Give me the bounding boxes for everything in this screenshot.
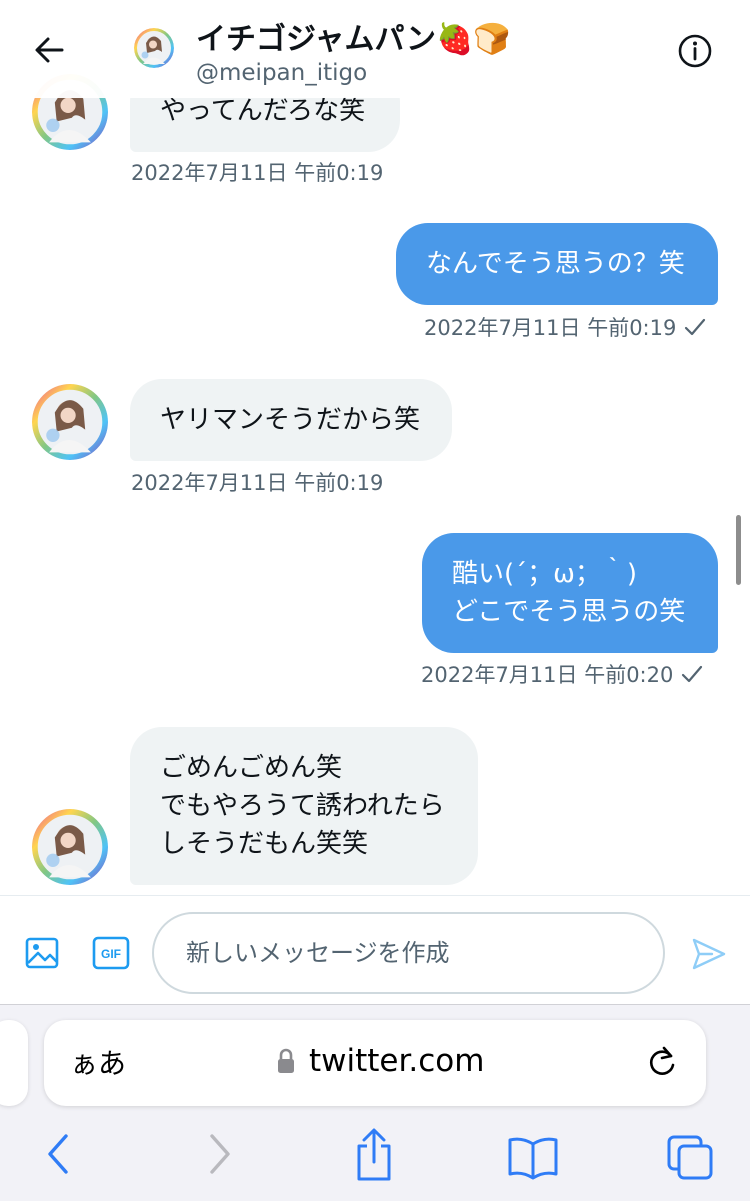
- message-timestamp: 2022年7月11日 午前0:19: [424, 312, 706, 342]
- sender-avatar[interactable]: [32, 809, 108, 885]
- incoming-message-bubble: ヤリマンそうだから笑: [130, 379, 452, 461]
- send-button[interactable]: [690, 935, 728, 973]
- tabs-button[interactable]: [664, 1132, 716, 1186]
- scroll-indicator[interactable]: [736, 515, 741, 585]
- back-button[interactable]: [28, 28, 72, 72]
- message-timestamp: 2022年7月11日 午前0:19: [131, 161, 384, 185]
- url-text[interactable]: twitter.com: [309, 1043, 484, 1079]
- reload-button[interactable]: [644, 1044, 680, 1080]
- outgoing-message-bubble: なんでそう思うの？笑: [396, 223, 718, 305]
- conversation-view: やってんだろな笑 2022年7月11日 午前0:19 なんでそう思うの？笑 20…: [0, 0, 750, 895]
- chevron-right-icon: [210, 1134, 230, 1174]
- reader-options-button[interactable]: ぁあ: [70, 1042, 126, 1082]
- share-button[interactable]: [350, 1126, 398, 1188]
- incoming-message-bubble: ごめんごめん笑 でもやろうて誘われたら しそうだもん笑笑: [130, 727, 478, 885]
- add-media-button[interactable]: [24, 934, 62, 972]
- svg-text:GIF: GIF: [101, 947, 121, 961]
- message-compose-input[interactable]: [152, 912, 665, 994]
- message-timestamp: 2022年7月11日 午前0:19: [131, 471, 384, 495]
- send-icon: [692, 938, 726, 970]
- previous-tab-peek[interactable]: [0, 1020, 28, 1106]
- image-icon: [25, 937, 59, 969]
- share-icon: [357, 1128, 391, 1181]
- read-check-icon: [681, 664, 703, 689]
- gif-icon: GIF: [92, 936, 130, 970]
- conversation-display-name: イチゴジャムパン🍓🍞: [196, 22, 511, 57]
- browser-back-button[interactable]: [40, 1130, 76, 1182]
- header-avatar[interactable]: [134, 28, 174, 68]
- conversation-handle: @meipan_itigo: [196, 60, 368, 86]
- chevron-left-icon: [48, 1134, 68, 1174]
- lock-icon: [277, 1046, 295, 1076]
- browser-forward-button[interactable]: [202, 1130, 238, 1182]
- message-timestamp: 2022年7月11日 午前0:20: [421, 659, 703, 689]
- bookmarks-button[interactable]: [506, 1134, 560, 1184]
- read-check-icon: [684, 317, 706, 342]
- sender-avatar[interactable]: [32, 384, 108, 460]
- outgoing-message-bubble: 酷い(´；ω；｀) どこでそう思うの笑: [422, 533, 718, 653]
- info-icon: [678, 34, 712, 68]
- book-icon: [508, 1137, 558, 1180]
- tabs-icon: [667, 1135, 713, 1180]
- conversation-info-button[interactable]: [674, 30, 716, 72]
- reload-icon: [649, 1046, 675, 1075]
- add-gif-button[interactable]: GIF: [92, 936, 130, 970]
- arrow-left-icon: [35, 37, 64, 63]
- conversation-header: イチゴジャムパン🍓🍞 @meipan_itigo: [0, 0, 750, 98]
